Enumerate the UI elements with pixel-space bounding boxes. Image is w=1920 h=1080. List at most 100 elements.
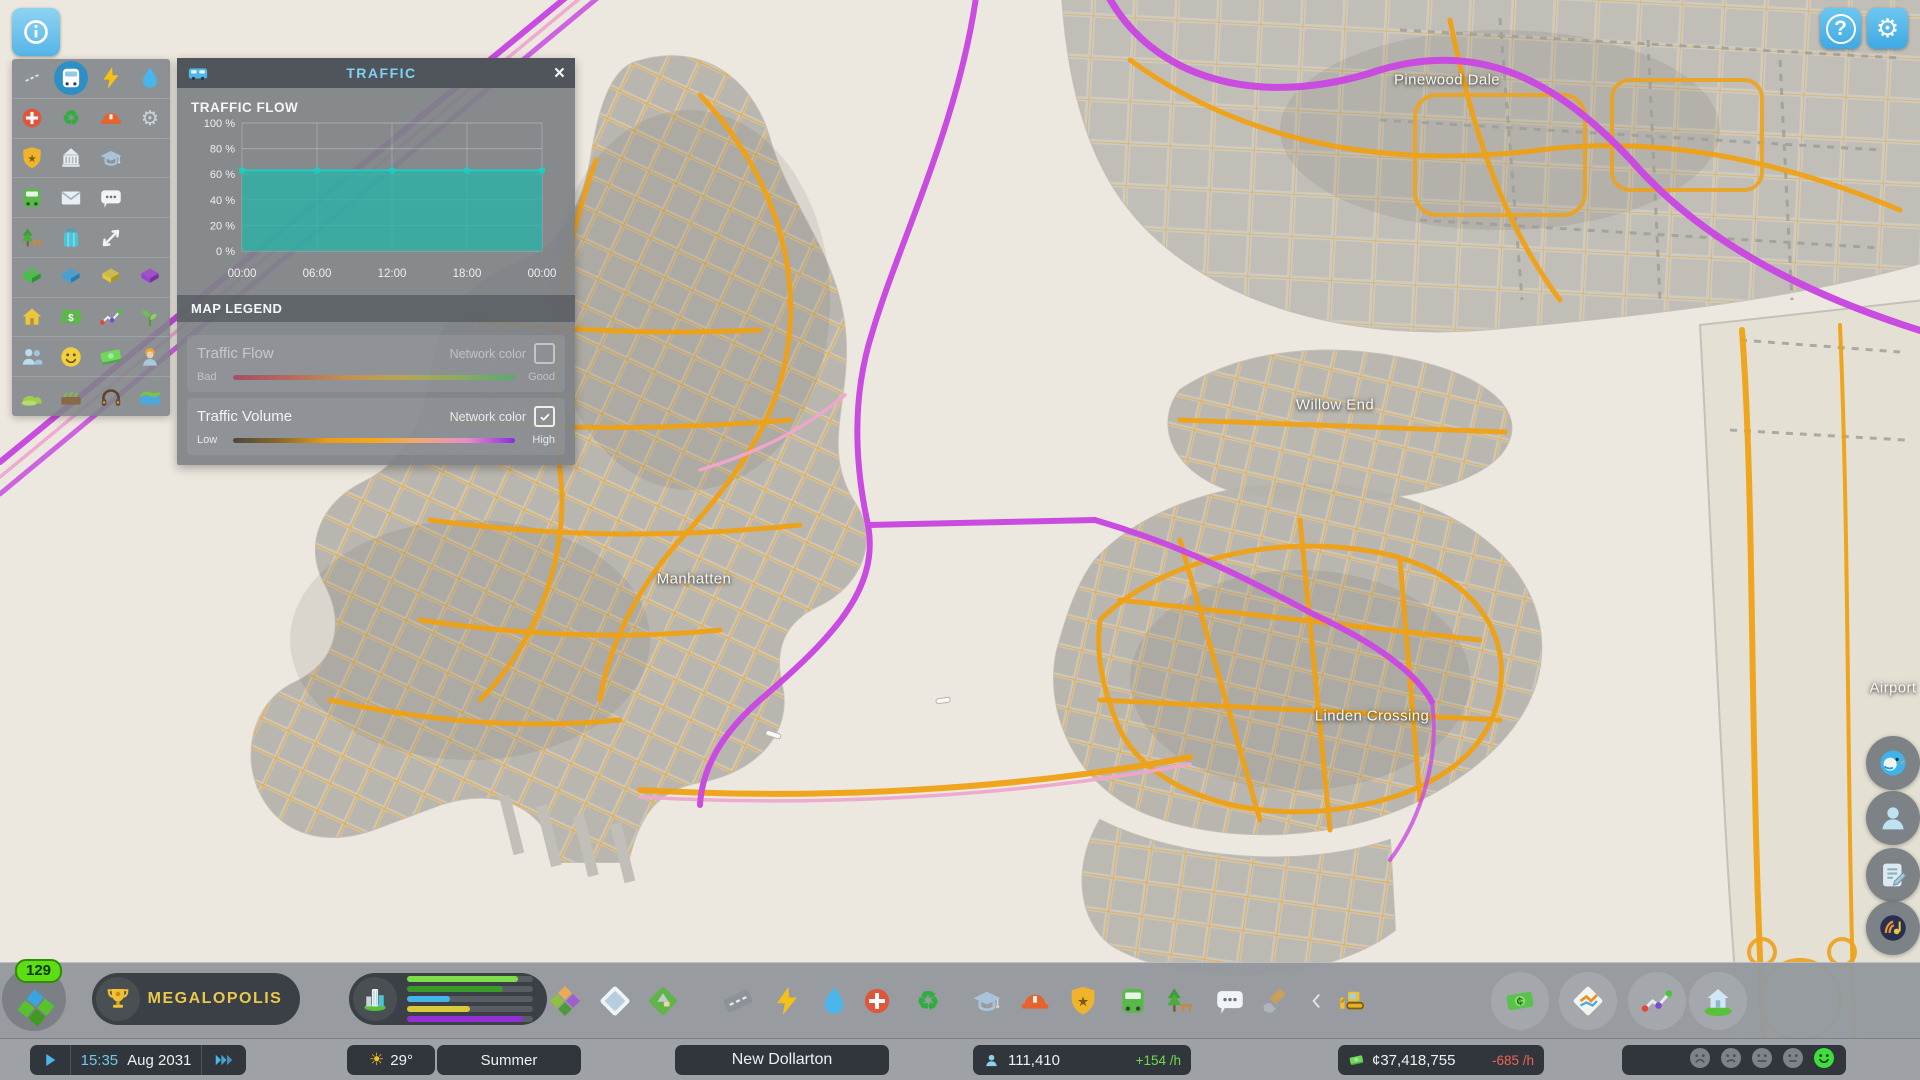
garbage-tool-button[interactable]: ♻ xyxy=(906,979,950,1023)
status-bar: 15:35 Aug 2031 ☀ 29° Summer New Dollarto… xyxy=(0,1038,1920,1080)
infoview-education-button[interactable] xyxy=(91,139,131,178)
milestone-level-widget[interactable]: 129 xyxy=(2,967,66,1031)
infoview-panel: ♻ ⚙ ★ $ xyxy=(12,59,170,416)
infoview-zone-commercial-button[interactable] xyxy=(52,258,92,297)
season-display: Summer xyxy=(437,1045,581,1075)
infoview-parks-button[interactable] xyxy=(12,218,52,257)
gradient-min-label: Bad xyxy=(197,371,227,383)
infoview-water-button[interactable] xyxy=(131,59,171,98)
landscaping-tool-button[interactable] xyxy=(641,979,685,1023)
infoview-zone-office-button[interactable] xyxy=(131,258,171,297)
infoview-outside-connections-button[interactable] xyxy=(91,218,131,257)
map-overlays-button[interactable] xyxy=(1559,972,1617,1030)
infoview-communications-button[interactable] xyxy=(91,178,131,217)
citizen-portraits-button[interactable] xyxy=(1866,791,1920,845)
citizen-happiness-display[interactable] xyxy=(1622,1045,1846,1075)
communications-tool-button[interactable] xyxy=(1208,979,1252,1023)
infoview-statistics-button[interactable] xyxy=(91,298,131,337)
infoview-healthcare-button[interactable] xyxy=(12,99,52,138)
districts-tool-button[interactable] xyxy=(593,979,637,1023)
infoview-transportation-button[interactable] xyxy=(12,178,52,217)
infoview-workplaces-button[interactable] xyxy=(131,337,171,376)
infoview-roads-button[interactable] xyxy=(12,59,52,98)
svg-text:18:00: 18:00 xyxy=(453,268,482,280)
money-display[interactable]: ¢37,418,755 -685 /h xyxy=(1338,1045,1544,1075)
svg-text:⚙: ⚙ xyxy=(141,107,159,130)
help-icon: ? xyxy=(1826,14,1856,44)
infoview-mail-button[interactable] xyxy=(52,178,92,217)
police-tool-button[interactable]: ★ xyxy=(1061,979,1105,1023)
svg-text:40 %: 40 % xyxy=(210,195,235,207)
infoview-land-value-button[interactable] xyxy=(12,298,52,337)
outside-connections-icon xyxy=(98,225,124,251)
population-rate: +154 /h xyxy=(1136,1053,1181,1068)
infoview-fire-rescue-button[interactable] xyxy=(91,99,131,138)
parks-tool-button[interactable] xyxy=(1158,979,1202,1023)
settings-button[interactable]: ⚙ xyxy=(1867,8,1908,49)
infoview-happiness-button[interactable] xyxy=(52,337,92,376)
legend-row-traffic-volume: Traffic VolumeNetwork colorLowHigh xyxy=(187,398,565,455)
fast-forward-button[interactable] xyxy=(201,1045,246,1075)
infoview-traffic-button[interactable] xyxy=(52,59,92,98)
infoview-wealth-button[interactable] xyxy=(91,337,131,376)
temperature-display: ☀ 29° xyxy=(347,1045,435,1075)
fire-rescue-tool-button[interactable] xyxy=(1013,979,1057,1023)
infoview-water-pollution-button[interactable] xyxy=(131,377,171,416)
education-tool-button[interactable] xyxy=(965,979,1009,1023)
infoview-greenery-button[interactable] xyxy=(131,298,171,337)
water-tool-button[interactable] xyxy=(812,979,856,1023)
network-color-checkbox[interactable] xyxy=(534,343,555,364)
legend-row-traffic-flow: Traffic FlowNetwork colorBadGood xyxy=(187,335,565,392)
help-button[interactable]: ? xyxy=(1820,8,1861,49)
ground-pollution-icon xyxy=(58,384,84,410)
infoview-noise-pollution-button[interactable] xyxy=(91,377,131,416)
milestone-pill[interactable]: MEGALOPOLIS xyxy=(92,973,300,1025)
garbage-icon: ♻ xyxy=(58,105,84,131)
svg-text:♻: ♻ xyxy=(917,988,940,1016)
infoview-tourism-button[interactable] xyxy=(52,218,92,257)
infoview-terrain-hill-button[interactable] xyxy=(12,377,52,416)
city-progress-pill[interactable] xyxy=(349,973,547,1025)
economy-button[interactable]: ¢ xyxy=(1491,972,1549,1030)
statistics-button[interactable] xyxy=(1628,972,1686,1030)
network-color-label: Network color xyxy=(450,410,526,424)
police-icon: ★ xyxy=(1066,984,1100,1018)
infoviews-button[interactable] xyxy=(12,8,60,56)
temperature-value: 29° xyxy=(390,1052,413,1069)
tool-group-collapse-button[interactable] xyxy=(1295,979,1339,1023)
communications-icon xyxy=(98,185,124,211)
population-display[interactable]: 111,410 +154 /h xyxy=(973,1045,1191,1075)
roads-tool-button[interactable] xyxy=(716,979,760,1023)
infoview-economy-map-button[interactable]: $ xyxy=(52,298,92,337)
network-color-checkbox[interactable] xyxy=(534,406,555,427)
infoview-police-button[interactable]: ★ xyxy=(12,139,52,178)
chirper-button[interactable] xyxy=(1866,736,1920,790)
healthcare-tool-button[interactable] xyxy=(855,979,899,1023)
citizen-portraits-icon xyxy=(1876,801,1910,835)
chirper-icon xyxy=(1876,746,1910,780)
infoview-maintenance-button[interactable]: ⚙ xyxy=(131,99,171,138)
infoview-administration-button[interactable] xyxy=(52,139,92,178)
progress-bar xyxy=(407,1006,533,1012)
mood-neutral-icon xyxy=(1750,1046,1774,1074)
infoview-garbage-button[interactable]: ♻ xyxy=(52,99,92,138)
svg-text:06:00: 06:00 xyxy=(303,268,332,280)
close-icon[interactable]: × xyxy=(554,64,565,83)
infoview-ground-pollution-button[interactable] xyxy=(52,377,92,416)
transportation-tool-button[interactable] xyxy=(1111,979,1155,1023)
zoning-tool-button[interactable] xyxy=(543,979,587,1023)
roads-icon xyxy=(721,984,755,1018)
infoview-zone-industrial-button[interactable] xyxy=(91,258,131,297)
progression-button[interactable] xyxy=(1689,972,1747,1030)
infoview-population-button[interactable] xyxy=(12,337,52,376)
roads-icon xyxy=(19,65,45,91)
map-tiles-icon xyxy=(15,987,57,1034)
infoview-electricity-button[interactable] xyxy=(91,59,131,98)
city-icon xyxy=(353,977,397,1021)
radio-button[interactable] xyxy=(1866,901,1920,955)
journal-button[interactable] xyxy=(1866,848,1920,902)
terraforming-tool-button[interactable] xyxy=(1255,979,1299,1023)
infoview-zone-residential-button[interactable] xyxy=(12,258,52,297)
play-button[interactable] xyxy=(30,1045,71,1075)
electricity-tool-button[interactable] xyxy=(765,979,809,1023)
